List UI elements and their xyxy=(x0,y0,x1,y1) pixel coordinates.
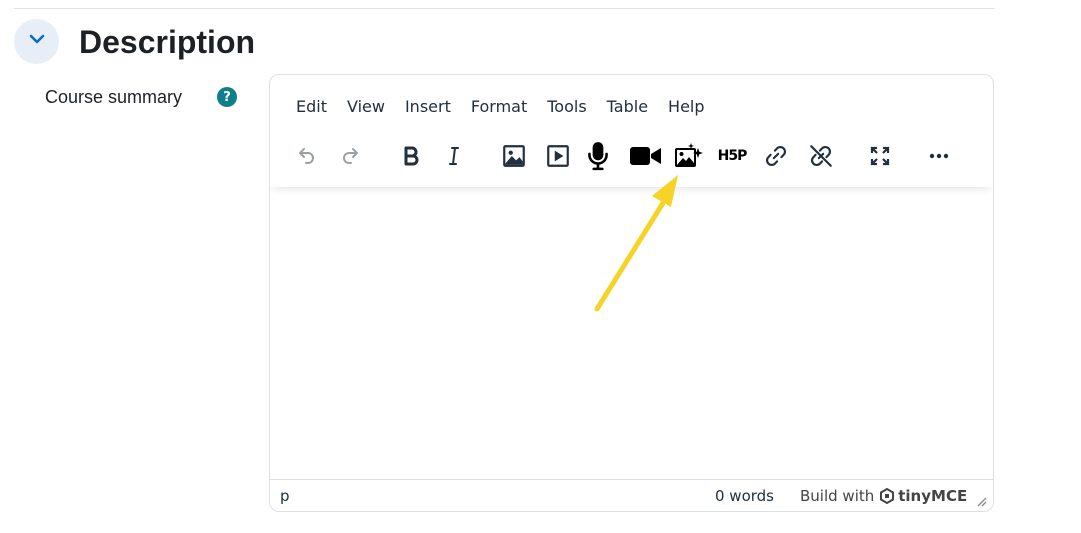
editor-content-area[interactable] xyxy=(270,187,993,480)
editor-menubar: Edit View Insert Format Tools Table Help xyxy=(286,96,715,118)
editor-toolbar: H5P xyxy=(270,138,993,174)
more-button[interactable] xyxy=(922,138,956,174)
menu-table[interactable]: Table xyxy=(597,96,658,118)
unlink-icon xyxy=(808,143,834,169)
italic-icon xyxy=(442,144,466,168)
tinymce-brand: tinyMCE xyxy=(898,487,968,505)
fullscreen-icon xyxy=(868,144,892,168)
record-video-button[interactable] xyxy=(627,138,665,174)
unlink-button[interactable] xyxy=(804,138,838,174)
menu-help[interactable]: Help xyxy=(658,96,714,118)
bold-button[interactable] xyxy=(394,138,428,174)
section-divider xyxy=(14,8,995,9)
image-button[interactable] xyxy=(497,138,531,174)
link-button[interactable] xyxy=(759,138,793,174)
bold-icon xyxy=(399,144,423,168)
chevron-down-icon xyxy=(27,29,47,54)
fullscreen-button[interactable] xyxy=(863,138,897,174)
element-path[interactable]: p xyxy=(280,487,290,505)
menu-insert[interactable]: Insert xyxy=(395,96,461,118)
record-audio-button[interactable] xyxy=(581,138,615,174)
build-with-label: Build with xyxy=(800,487,875,505)
branding[interactable]: Build with tinyMCE xyxy=(800,487,967,505)
record-audio-icon xyxy=(585,141,611,171)
rich-text-editor: Edit View Insert Format Tools Table Help xyxy=(269,74,994,512)
tinymce-logo: tinyMCE xyxy=(879,487,967,505)
more-icon xyxy=(927,144,951,168)
undo-button[interactable] xyxy=(289,138,323,174)
image-icon xyxy=(501,143,527,169)
section-collapse-button[interactable] xyxy=(14,19,59,64)
h5p-button[interactable]: H5P xyxy=(714,138,750,174)
h5p-icon: H5P xyxy=(717,148,748,164)
italic-button[interactable] xyxy=(437,138,471,174)
help-icon-glyph: ? xyxy=(223,89,231,105)
link-icon xyxy=(763,143,789,169)
menu-edit[interactable]: Edit xyxy=(286,96,337,118)
editor-header: Edit View Insert Format Tools Table Help xyxy=(270,75,993,187)
media-icon xyxy=(545,143,571,169)
editor-statusbar: p 0 words Build with tinyMCE xyxy=(270,479,993,511)
tinymce-logo-icon xyxy=(880,488,895,504)
resize-handle[interactable] xyxy=(975,493,987,507)
record-video-icon xyxy=(630,145,662,167)
menu-tools[interactable]: Tools xyxy=(537,96,596,118)
help-icon[interactable]: ? xyxy=(217,87,237,107)
media-button[interactable] xyxy=(541,138,575,174)
ai-image-icon xyxy=(674,142,704,170)
menu-view[interactable]: View xyxy=(337,96,395,118)
menu-format[interactable]: Format xyxy=(461,96,537,118)
ai-image-button[interactable] xyxy=(672,138,706,174)
redo-icon xyxy=(339,144,363,168)
redo-button[interactable] xyxy=(334,138,368,174)
section-title: Description xyxy=(79,24,256,60)
undo-icon xyxy=(294,144,318,168)
word-count[interactable]: 0 words xyxy=(715,487,774,505)
course-summary-label: Course summary xyxy=(45,87,183,107)
